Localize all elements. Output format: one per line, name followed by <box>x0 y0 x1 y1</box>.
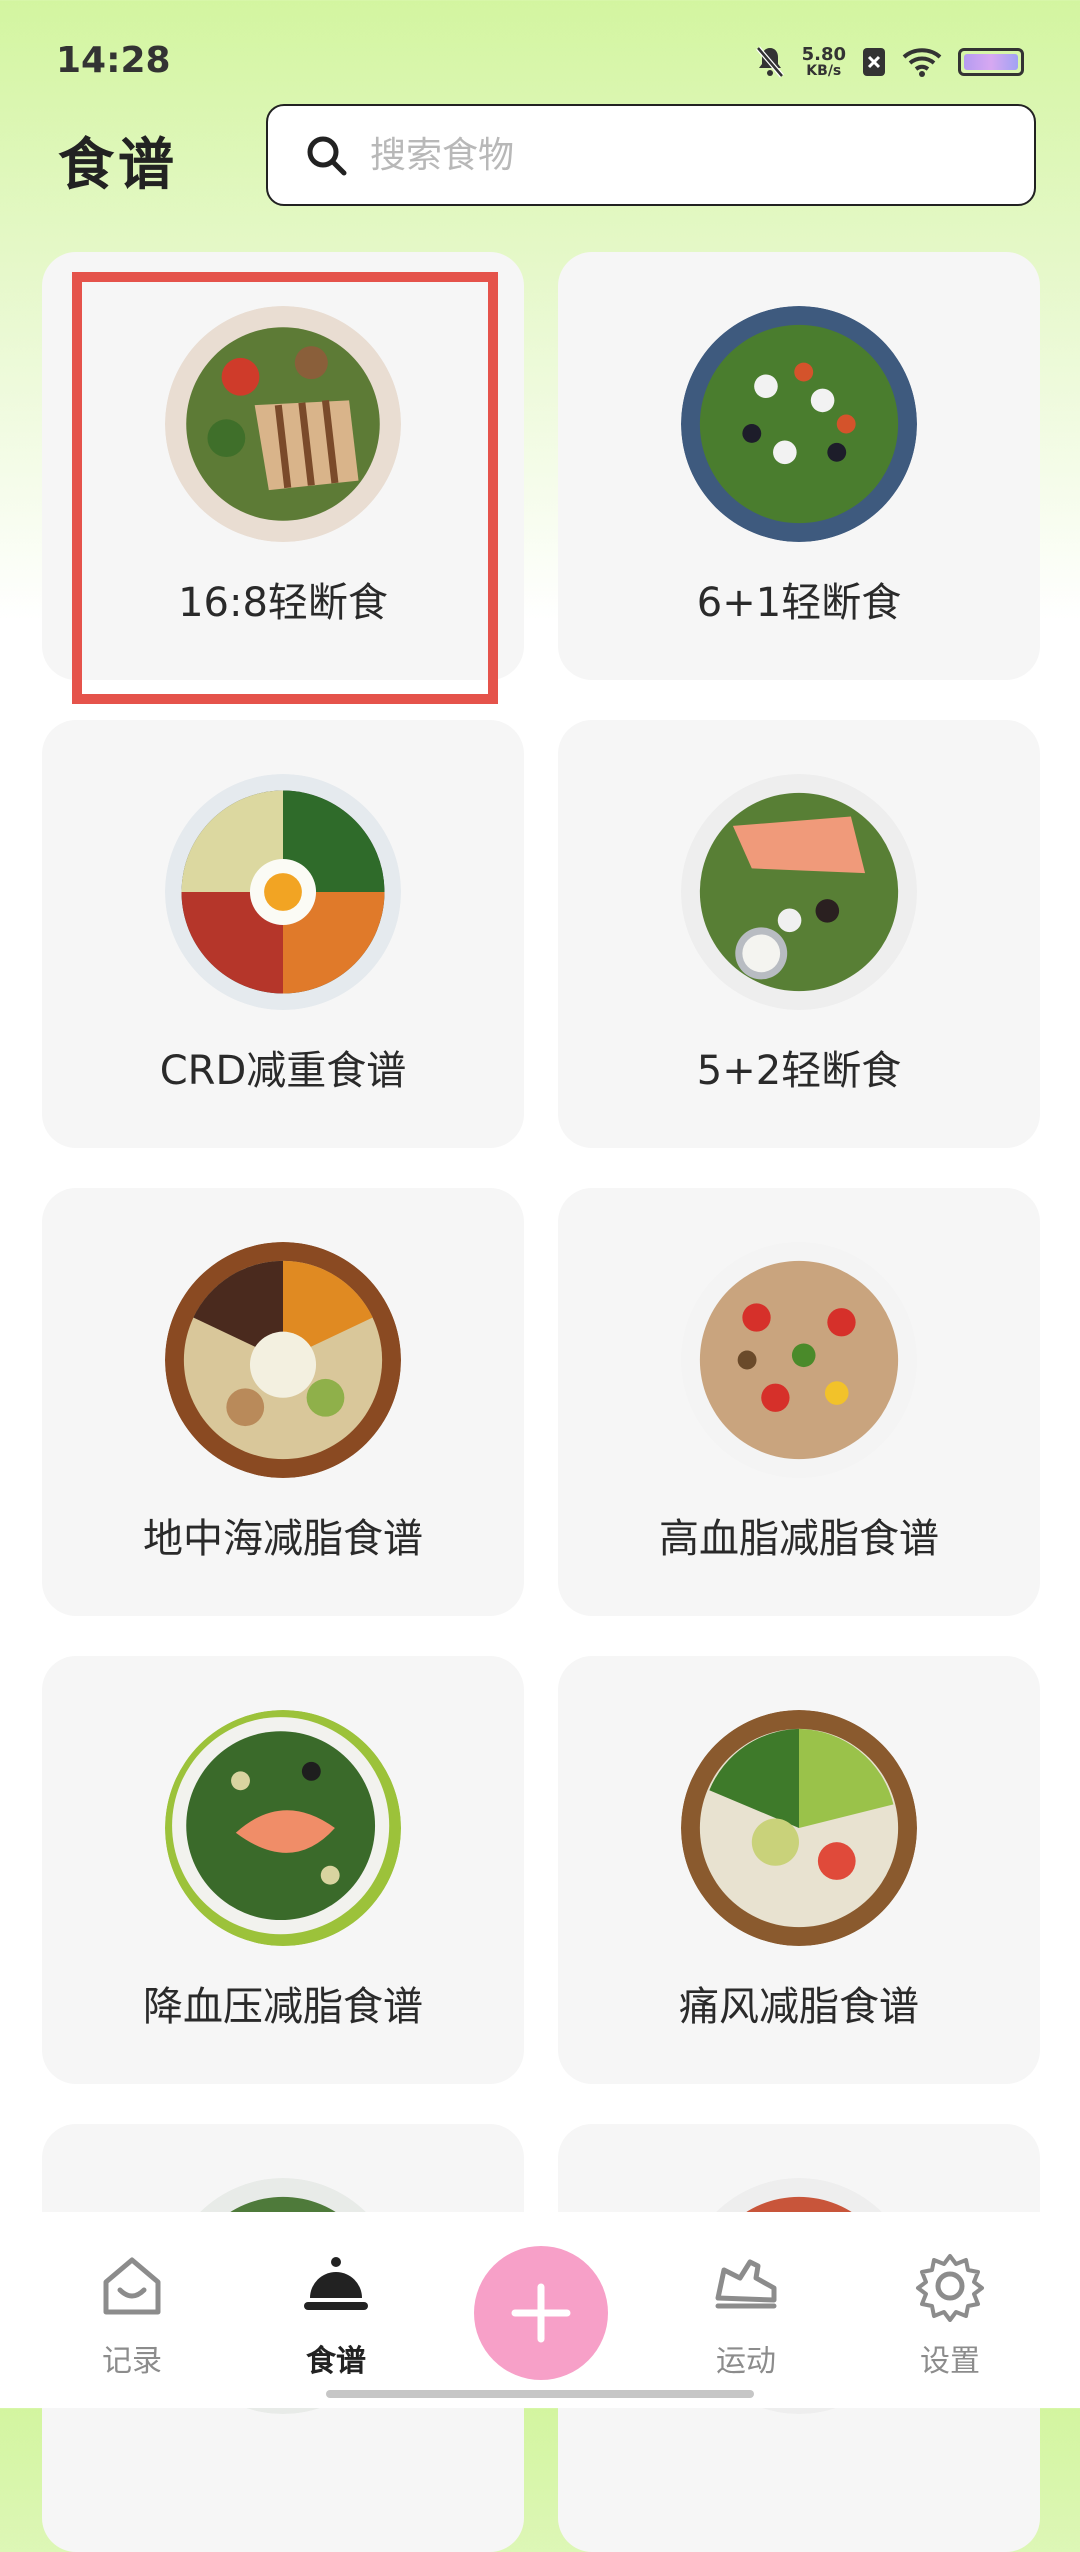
wifi-icon <box>902 48 942 77</box>
cloche-icon <box>304 2257 368 2310</box>
add-button[interactable] <box>474 2246 608 2380</box>
search-bar[interactable] <box>266 104 1036 206</box>
recipe-image <box>681 774 917 1010</box>
recipe-grid: 16:8轻断食 6+1轻断食 CRD减重食谱 5+2轻断食 地中海减脂食谱 高血… <box>42 252 1040 2552</box>
recipe-card-5-2[interactable]: 5+2轻断食 <box>558 720 1040 1148</box>
recipe-image <box>165 1242 401 1478</box>
status-bar: 14:28 5.80 KB/s <box>0 0 1080 120</box>
nav-item-exercise[interactable]: 运动 <box>676 2250 816 2380</box>
recipe-title: 降血压减脂食谱 <box>143 1984 423 2030</box>
recipe-image <box>681 306 917 542</box>
recipe-title: 痛风减脂食谱 <box>679 1984 919 2030</box>
recipe-card-gout[interactable]: 痛风减脂食谱 <box>558 1656 1040 2084</box>
shoe-icon <box>715 2259 777 2309</box>
recipe-title: 16:8轻断食 <box>178 580 388 626</box>
recipe-title: 高血脂减脂食谱 <box>659 1516 939 1562</box>
status-icons: 5.80 KB/s <box>754 40 1024 84</box>
nav-label: 食谱 <box>306 2344 366 2379</box>
recipe-title: 地中海减脂食谱 <box>143 1516 423 1562</box>
recipe-title: CRD减重食谱 <box>159 1048 407 1094</box>
recipe-image <box>165 1710 401 1946</box>
home-indicator[interactable] <box>326 2390 754 2398</box>
bottom-nav: 记录 食谱 运动 设置 <box>0 2212 1080 2408</box>
network-speed: 5.80 KB/s <box>801 44 846 79</box>
plus-icon <box>511 2283 571 2343</box>
recipe-image <box>681 1710 917 1946</box>
recipe-title: 5+2轻断食 <box>696 1048 902 1094</box>
sim-off-icon <box>863 48 885 76</box>
nav-label: 设置 <box>920 2344 980 2379</box>
recipe-image <box>165 306 401 542</box>
nav-item-record[interactable]: 记录 <box>62 2250 202 2380</box>
recipe-card-6-1[interactable]: 6+1轻断食 <box>558 252 1040 680</box>
nav-item-settings[interactable]: 设置 <box>880 2250 1020 2380</box>
battery-icon <box>958 48 1024 76</box>
recipe-title: 6+1轻断食 <box>696 580 902 626</box>
nav-label: 记录 <box>102 2344 162 2379</box>
nav-label: 运动 <box>716 2344 776 2379</box>
recipe-card-crd[interactable]: CRD减重食谱 <box>42 720 524 1148</box>
recipe-card-hypertension[interactable]: 降血压减脂食谱 <box>42 1656 524 2084</box>
page-title: 食谱 <box>58 133 178 198</box>
nav-item-recipes[interactable]: 食谱 <box>266 2250 406 2380</box>
clock: 14:28 <box>56 40 171 81</box>
mute-bell-icon <box>755 46 784 78</box>
recipe-image <box>681 1242 917 1478</box>
recipe-card-16-8[interactable]: 16:8轻断食 <box>42 252 524 680</box>
home-icon <box>103 2257 161 2315</box>
search-icon <box>307 136 347 176</box>
gear-icon <box>916 2254 984 2322</box>
recipe-card-hyperlipidemia[interactable]: 高血脂减脂食谱 <box>558 1188 1040 1616</box>
recipe-image <box>165 774 401 1010</box>
recipe-card-mediterranean[interactable]: 地中海减脂食谱 <box>42 1188 524 1616</box>
search-input[interactable] <box>368 133 972 177</box>
